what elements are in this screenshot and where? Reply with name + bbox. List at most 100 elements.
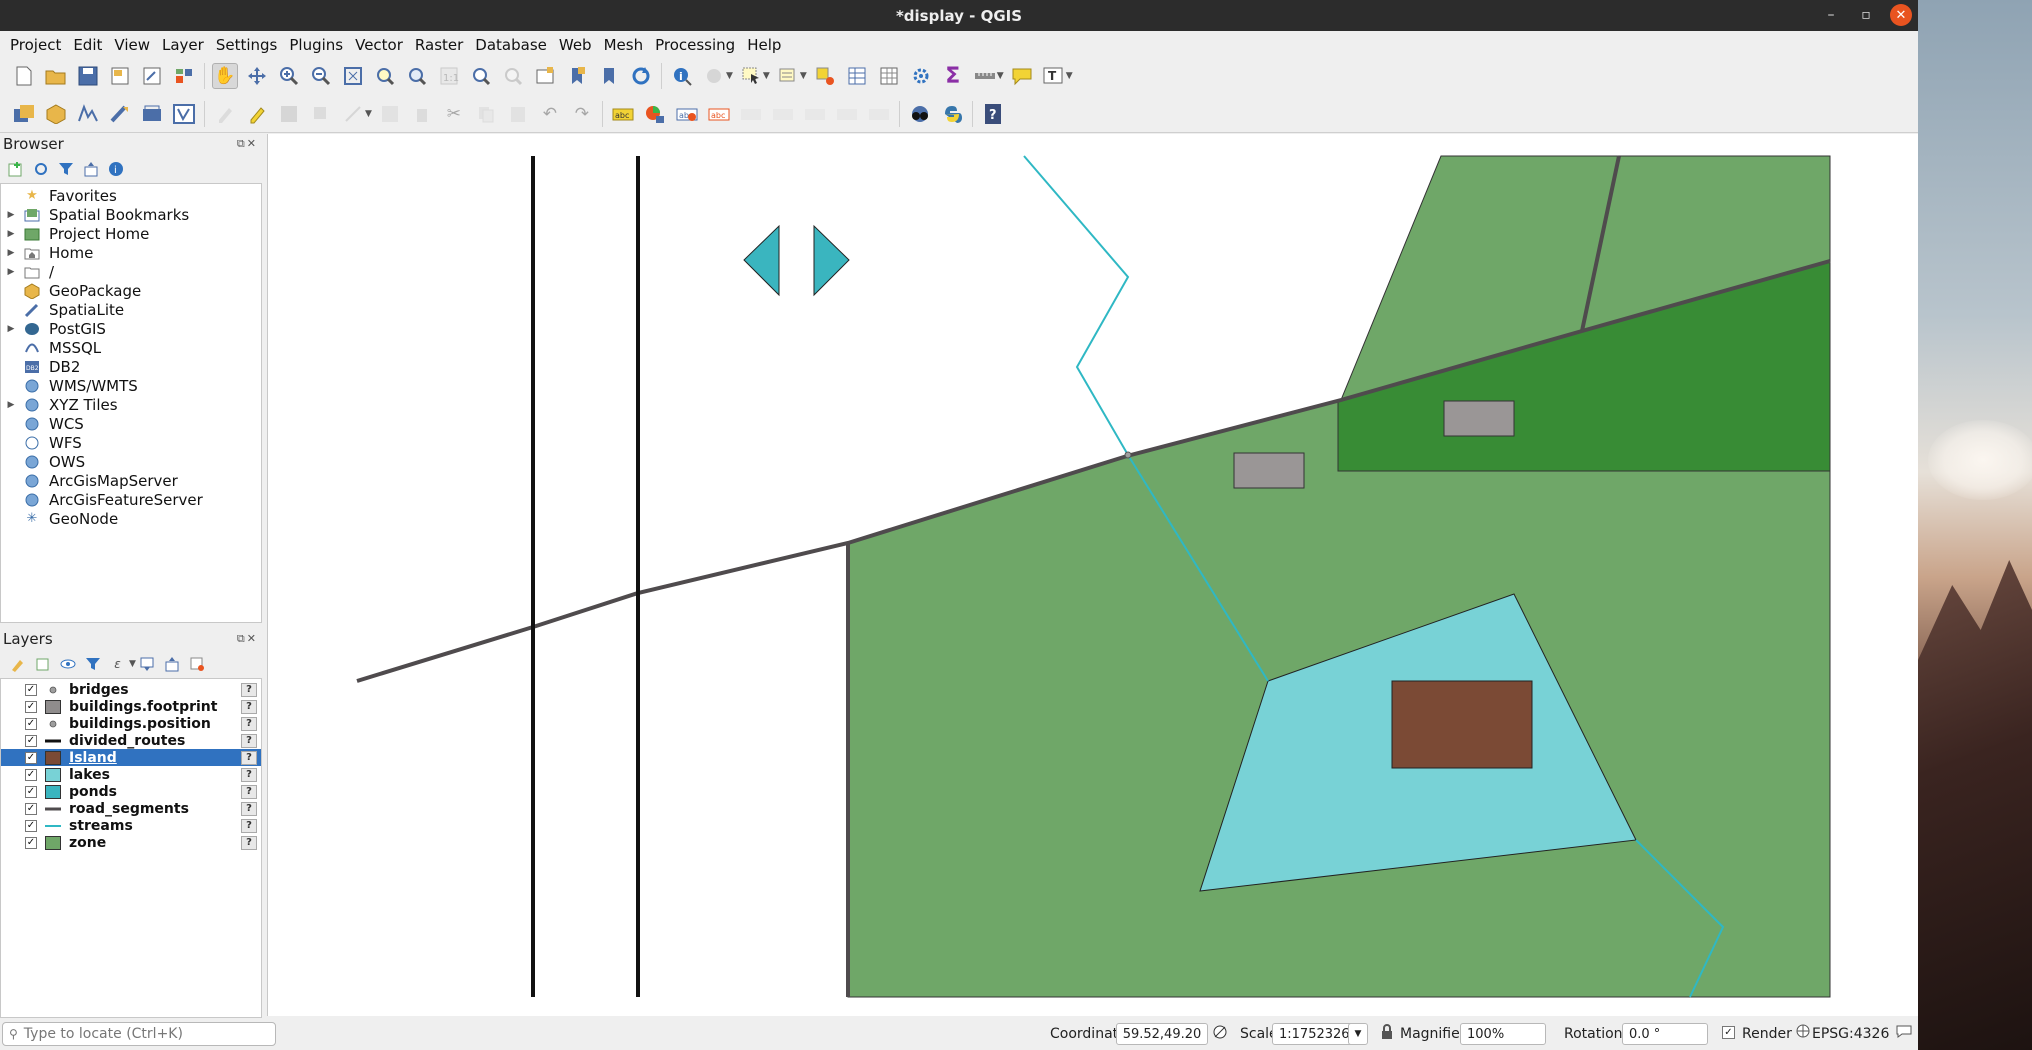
layer-visibility-checkbox[interactable]: ✓ — [25, 819, 37, 832]
layer-visibility-checkbox[interactable]: ✓ — [25, 802, 37, 815]
save-project-icon[interactable] — [75, 63, 101, 89]
chevron-down-icon[interactable]: ▼ — [997, 71, 1004, 81]
lock-icon[interactable] — [1380, 1024, 1394, 1044]
layer-visibility-checkbox[interactable]: ✓ — [25, 751, 37, 764]
unknown-crs-badge[interactable]: ? — [241, 716, 257, 731]
building-footprint[interactable] — [1233, 452, 1305, 489]
expand-arrow-icon[interactable]: ▶ — [5, 229, 17, 239]
add-selected-layers-icon[interactable] — [6, 160, 25, 179]
unknown-crs-badge[interactable]: ? — [241, 699, 257, 714]
layer-row-ponds[interactable]: ✓ ponds? — [1, 783, 261, 800]
zoom-native-resolution-icon[interactable]: 1:1 — [436, 63, 462, 89]
crs-label[interactable]: EPSG:4326 — [1812, 1026, 1889, 1042]
browser-item-spatial-bookmarks[interactable]: ▶ Spatial Bookmarks — [1, 205, 261, 224]
browser-item-ows[interactable]: OWS — [1, 452, 261, 471]
browser-item-postgis[interactable]: ▶ PostGIS — [1, 319, 261, 338]
browser-item-geopackage[interactable]: GeoPackage — [1, 281, 261, 300]
panel-float-close-icons[interactable]: ⧉✕ — [237, 632, 258, 646]
browser-item-favorites[interactable]: ★ Favorites — [1, 186, 261, 205]
menu-database[interactable]: Database — [469, 36, 553, 54]
modify-attributes-icon[interactable] — [377, 101, 403, 127]
browser-item-geonode[interactable]: ✳ GeoNode — [1, 509, 261, 528]
minimize-button[interactable]: – — [1820, 4, 1842, 26]
redo-icon[interactable]: ↷ — [569, 101, 595, 127]
expand-arrow-icon[interactable]: ▶ — [5, 248, 17, 258]
change-label-icon[interactable] — [866, 101, 892, 127]
pond-triangle-right[interactable] — [813, 224, 850, 297]
3d-map-icon[interactable] — [907, 101, 933, 127]
menu-project[interactable]: Project — [4, 36, 67, 54]
map-tips-icon[interactable] — [1009, 63, 1035, 89]
add-vector-layer-icon[interactable] — [171, 101, 197, 127]
filter-icon[interactable] — [56, 160, 75, 179]
unknown-crs-badge[interactable]: ? — [241, 835, 257, 850]
data-source-manager-icon[interactable] — [11, 101, 37, 127]
open-project-icon[interactable] — [43, 63, 69, 89]
unknown-crs-badge[interactable]: ? — [241, 682, 257, 697]
browser-item-project-home[interactable]: ▶ Project Home — [1, 224, 261, 243]
scale-combobox[interactable]: 1:17523262 — [1272, 1023, 1358, 1045]
locator-search-input[interactable]: ⚲ Type to locate (Ctrl+K) — [2, 1022, 276, 1046]
unknown-crs-badge[interactable]: ? — [241, 767, 257, 782]
zoom-to-layer-icon[interactable] — [404, 63, 430, 89]
layer-visibility-checkbox[interactable]: ✓ — [25, 683, 37, 696]
move-label-icon[interactable] — [802, 101, 828, 127]
browser-item-wms-wmts[interactable]: WMS/WMTS — [1, 376, 261, 395]
panel-float-close-icons[interactable]: ⧉✕ — [237, 137, 258, 151]
browser-item-mssql[interactable]: MSSQL — [1, 338, 261, 357]
unknown-crs-badge[interactable]: ? — [241, 784, 257, 799]
zoom-in-icon[interactable] — [276, 63, 302, 89]
menu-vector[interactable]: Vector — [349, 36, 409, 54]
show-bookmarks-icon[interactable] — [596, 63, 622, 89]
help-icon[interactable]: ? — [980, 101, 1006, 127]
delete-selected-icon[interactable] — [409, 101, 435, 127]
measure-icon[interactable] — [972, 63, 998, 89]
unknown-crs-badge[interactable]: ? — [241, 801, 257, 816]
chevron-down-icon[interactable]: ▼ — [763, 71, 770, 81]
menu-view[interactable]: View — [108, 36, 156, 54]
paste-features-icon[interactable] — [505, 101, 531, 127]
filter-legend-icon[interactable] — [83, 655, 102, 674]
style-layer-icon[interactable] — [8, 655, 27, 674]
new-geopackage-layer-icon[interactable] — [43, 101, 69, 127]
chevron-down-icon[interactable]: ▼ — [1066, 71, 1073, 81]
layer-visibility-checkbox[interactable]: ✓ — [25, 717, 37, 730]
bridge-point[interactable] — [1124, 451, 1132, 459]
pin-labels-icon[interactable] — [738, 101, 764, 127]
messages-icon[interactable] — [1896, 1024, 1912, 1042]
menu-plugins[interactable]: Plugins — [283, 36, 349, 54]
new-print-layout-icon[interactable] — [107, 63, 133, 89]
identify-features-icon[interactable]: i — [669, 63, 695, 89]
toggle-extents-icon[interactable] — [1212, 1024, 1228, 1044]
unknown-crs-badge[interactable]: ? — [241, 818, 257, 833]
new-map-view-icon[interactable] — [532, 63, 558, 89]
render-checkbox[interactable]: ✓ — [1722, 1026, 1735, 1039]
expand-arrow-icon[interactable]: ▶ — [5, 400, 17, 410]
layout-manager-icon[interactable] — [139, 63, 165, 89]
layer-row-bridges[interactable]: ✓ bridges? — [1, 681, 261, 698]
layer-row-streams[interactable]: ✓ streams? — [1, 817, 261, 834]
refresh-icon[interactable] — [31, 160, 50, 179]
layer-visibility-checkbox[interactable]: ✓ — [25, 700, 37, 713]
rotation-spinbox[interactable]: 0.0 ° — [1622, 1023, 1708, 1045]
close-button[interactable]: ✕ — [1890, 4, 1912, 26]
layer-row-buildings-footprint[interactable]: ✓ buildings.footprint? — [1, 698, 261, 715]
pond-triangle-left[interactable] — [743, 224, 780, 297]
menu-processing[interactable]: Processing — [649, 36, 741, 54]
menu-web[interactable]: Web — [553, 36, 598, 54]
menu-edit[interactable]: Edit — [67, 36, 108, 54]
menu-mesh[interactable]: Mesh — [598, 36, 650, 54]
zoom-next-icon[interactable] — [500, 63, 526, 89]
toggle-editing-icon[interactable] — [244, 101, 270, 127]
select-features-icon[interactable] — [738, 63, 764, 89]
layer-visibility-checkbox[interactable]: ✓ — [25, 836, 37, 849]
map-canvas[interactable] — [267, 134, 1918, 1016]
python-console-icon[interactable] — [939, 101, 965, 127]
layer-visibility-checkbox[interactable]: ✓ — [25, 785, 37, 798]
chevron-down-icon[interactable]: ▼ — [365, 109, 372, 119]
attribute-table-icon[interactable] — [844, 63, 870, 89]
copy-features-icon[interactable] — [473, 101, 499, 127]
building-footprint[interactable] — [1443, 400, 1515, 437]
run-feature-action-icon[interactable] — [701, 63, 727, 89]
zoom-out-icon[interactable] — [308, 63, 334, 89]
